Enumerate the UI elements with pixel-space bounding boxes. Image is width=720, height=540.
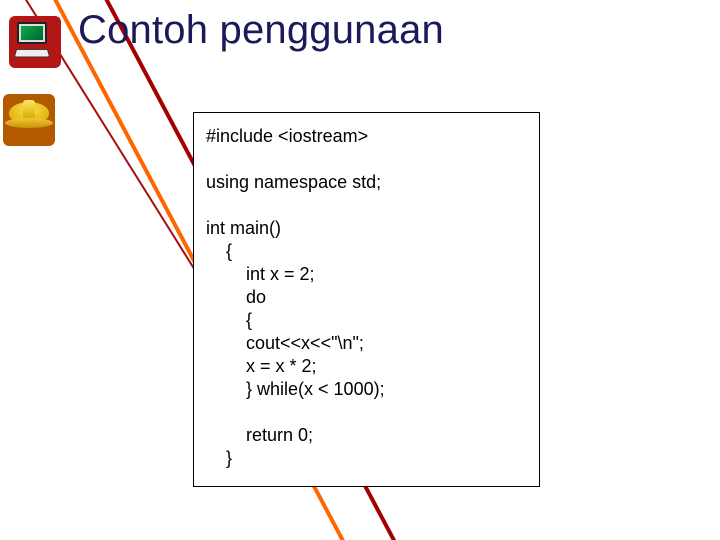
code-content: #include <iostream> using namespace std;… — [206, 125, 527, 470]
clipart-hardhat-icon — [3, 94, 55, 146]
clipart-computer-icon — [9, 16, 61, 68]
slide: Contoh penggunaan #include <iostream> us… — [0, 0, 720, 540]
slide-title: Contoh penggunaan — [78, 8, 444, 53]
code-box: #include <iostream> using namespace std;… — [193, 112, 540, 487]
